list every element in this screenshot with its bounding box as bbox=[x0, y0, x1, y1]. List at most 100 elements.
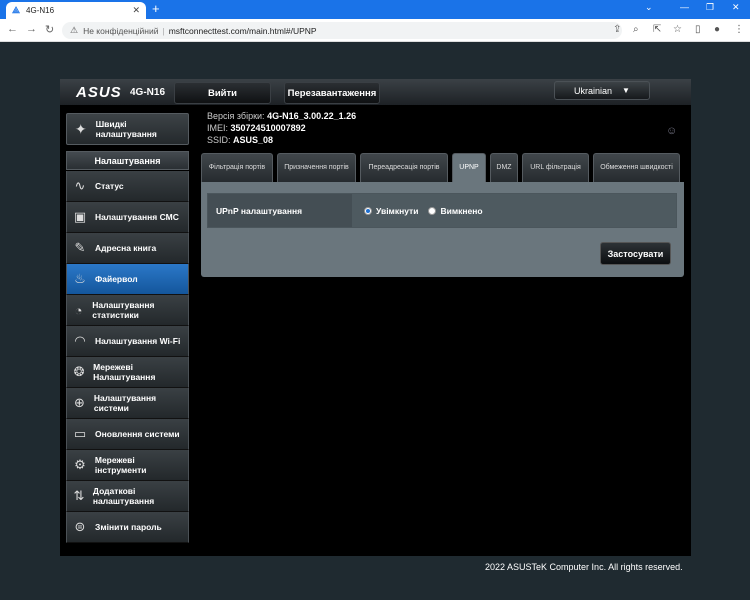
sidebar-item-label: Додаткові налаштування bbox=[92, 486, 155, 506]
sidebar-item-label: Оновлення системи bbox=[95, 429, 180, 439]
sidebar-item-label: Змінити пароль bbox=[95, 522, 162, 532]
upnp-options: Увімкнути Вимкнено bbox=[352, 194, 676, 227]
install-icon[interactable]: ⇱ bbox=[653, 24, 661, 35]
router-logo-icon: ⟁ bbox=[12, 5, 21, 15]
upnp-setting-label: UPnP налаштування bbox=[208, 194, 352, 227]
upnp-content: UPnP налаштування Увімкнути Вимкнено Зас… bbox=[201, 182, 684, 277]
restore-icon[interactable]: ❐ bbox=[706, 2, 714, 13]
firmware-label: Версія збірки: bbox=[207, 111, 265, 121]
url-separator: | bbox=[162, 25, 165, 36]
side-panel-icon[interactable]: ▯ bbox=[695, 24, 701, 35]
users-icon[interactable]: ☺ bbox=[666, 125, 677, 137]
statistics-icon: ◔ bbox=[74, 302, 83, 318]
profile-icon[interactable]: ● bbox=[714, 24, 720, 35]
address-bar-row: ← → ↻ ⚠ Не конфіденційний | msftconnectt… bbox=[0, 19, 750, 42]
sidebar-item-advanced[interactable]: ⇅ Додаткові налаштування bbox=[66, 481, 189, 512]
sidebar-item-address-book[interactable]: ✎ Адресна книга bbox=[66, 233, 189, 264]
advanced-icon: ⇅ bbox=[73, 488, 85, 503]
sidebar-menu: ∿ Статус ▣ Налаштування СМС ✎ Адресна кн… bbox=[66, 171, 189, 543]
wand-icon: ✦ bbox=[74, 120, 87, 137]
chevron-down-icon: ▼ bbox=[622, 86, 630, 95]
forward-icon[interactable]: → bbox=[26, 23, 37, 35]
settings-section-title: Налаштування bbox=[66, 151, 189, 170]
address-book-icon: ✎ bbox=[74, 240, 86, 255]
language-select[interactable]: Ukrainian ▼ bbox=[554, 81, 650, 100]
device-info: Версія збірки: 4G-N16_3.00.22_1.26 IMEI:… bbox=[207, 110, 356, 146]
tab-port-forwarding[interactable]: Переадресація портів bbox=[360, 153, 448, 182]
imei-label: IMEI: bbox=[207, 123, 229, 133]
sidebar-item-label: Налаштування Wi-Fi bbox=[95, 336, 181, 346]
language-value: Ukrainian bbox=[574, 85, 613, 96]
ssid-label: SSID: bbox=[207, 135, 231, 145]
reboot-button[interactable]: Перезавантаження bbox=[284, 82, 380, 104]
warning-icon: ⚠ bbox=[70, 25, 79, 35]
window-extra-icon[interactable]: ⌄ bbox=[645, 2, 653, 13]
upnp-setting-row: UPnP налаштування Увімкнути Вимкнено bbox=[207, 193, 677, 228]
tab-upnp[interactable]: UPNP bbox=[452, 153, 486, 182]
lock-icon: ⊜ bbox=[74, 519, 86, 534]
tab-speed-limit[interactable]: Обмеження швидкості bbox=[593, 153, 680, 182]
close-tab-icon[interactable]: ✕ bbox=[132, 5, 140, 16]
sidebar-item-label: Мережеві інструменти bbox=[94, 455, 147, 475]
sms-icon: ▣ bbox=[73, 209, 87, 224]
wifi-icon: ◠ bbox=[74, 333, 86, 348]
new-tab-icon[interactable]: + bbox=[152, 1, 160, 16]
zoom-icon[interactable]: ⌕ bbox=[633, 24, 639, 35]
sidebar-item-wifi[interactable]: ◠ Налаштування Wi-Fi bbox=[66, 326, 189, 357]
url-field[interactable]: ⚠ Не конфіденційний | msftconnecttest.co… bbox=[62, 22, 622, 39]
router-page: ASUS 4G-N16 Вийти Перезавантаження Ukrai… bbox=[0, 42, 750, 600]
sidebar-item-system[interactable]: ⊕ Налаштування системи bbox=[66, 388, 189, 419]
sidebar-item-update[interactable]: ▭ Оновлення системи bbox=[66, 419, 189, 450]
upnp-disable-option[interactable]: Вимкнено bbox=[428, 205, 483, 216]
share-icon[interactable]: ⇪ bbox=[613, 24, 621, 35]
close-window-icon[interactable]: ✕ bbox=[732, 2, 740, 13]
asus-logo: ASUS bbox=[76, 84, 122, 101]
upnp-enable-label: Увімкнути bbox=[376, 205, 419, 216]
top-bar: ASUS 4G-N16 Вийти Перезавантаження Ukrai… bbox=[60, 79, 691, 105]
radio-selected-icon[interactable] bbox=[364, 206, 372, 215]
quick-setup-label: Швидкі налаштування bbox=[95, 119, 157, 139]
sidebar-item-label: Файервол bbox=[95, 274, 138, 284]
sidebar-item-password[interactable]: ⊜ Змінити пароль bbox=[66, 512, 189, 543]
upnp-disable-label: Вимкнено bbox=[440, 205, 483, 216]
tools-icon: ⚙ bbox=[74, 457, 86, 472]
url-warning-text: Не конфіденційний bbox=[83, 25, 159, 36]
sidebar-item-label: Налаштування СМС bbox=[95, 212, 179, 222]
sidebar-item-status[interactable]: ∿ Статус bbox=[66, 171, 189, 202]
firewall-icon: ♨ bbox=[74, 271, 86, 286]
radio-unselected-icon[interactable] bbox=[428, 206, 437, 215]
sidebar-item-tools[interactable]: ⚙ Мережеві інструменти bbox=[66, 450, 189, 481]
sidebar-item-network[interactable]: ❂ Мережеві Налаштування bbox=[66, 357, 189, 388]
sidebar-item-label: Статус bbox=[95, 181, 124, 191]
sidebar-item-label: Налаштування статистики bbox=[92, 300, 155, 320]
url-text: msftconnecttest.com/main.html#/UPNP bbox=[168, 25, 317, 36]
reload-icon[interactable]: ↻ bbox=[45, 23, 54, 36]
network-icon: ❂ bbox=[73, 364, 85, 379]
tab-url-filter[interactable]: URL фільтрація bbox=[522, 153, 589, 182]
router-panel: ASUS 4G-N16 Вийти Перезавантаження Ukrai… bbox=[60, 79, 691, 556]
sidebar-item-sms[interactable]: ▣ Налаштування СМС bbox=[66, 202, 189, 233]
browser-tab[interactable]: ⟁ 4G-N16 ✕ bbox=[6, 2, 146, 19]
minimize-icon[interactable]: — bbox=[680, 2, 689, 12]
ssid-value: ASUS_08 bbox=[233, 135, 274, 145]
update-icon: ▭ bbox=[73, 426, 87, 441]
apply-button[interactable]: Застосувати bbox=[600, 242, 671, 265]
tab-dmz[interactable]: DMZ bbox=[490, 153, 518, 182]
upnp-enable-option[interactable]: Увімкнути bbox=[364, 206, 418, 216]
browser-tab-title: 4G-N16 bbox=[26, 6, 55, 15]
back-icon[interactable]: ← bbox=[7, 23, 18, 35]
sidebar-item-label: Адресна книга bbox=[95, 243, 157, 253]
sidebar-item-firewall[interactable]: ♨ Файервол bbox=[66, 264, 189, 295]
bookmark-star-icon[interactable]: ☆ bbox=[673, 24, 682, 35]
quick-setup-button[interactable]: ✦ Швидкі налаштування bbox=[66, 113, 189, 145]
model-name: 4G-N16 bbox=[130, 87, 166, 98]
tab-port-mapping[interactable]: Призначення портів bbox=[277, 153, 356, 182]
logout-button[interactable]: Вийти bbox=[174, 82, 271, 104]
globe-icon: ⊕ bbox=[73, 395, 85, 410]
sidebar-item-label: Мережеві Налаштування bbox=[93, 362, 156, 382]
menu-dots-icon[interactable]: ⋮ bbox=[734, 24, 744, 35]
sidebar-item-statistics[interactable]: ◔ Налаштування статистики bbox=[66, 295, 189, 326]
browser-tabbar: ⟁ 4G-N16 ✕ + ⌄ — ❐ ✕ bbox=[0, 0, 750, 19]
tab-port-filter[interactable]: Фільтрація портів bbox=[201, 153, 273, 182]
imei-value: 350724510007892 bbox=[230, 123, 306, 133]
